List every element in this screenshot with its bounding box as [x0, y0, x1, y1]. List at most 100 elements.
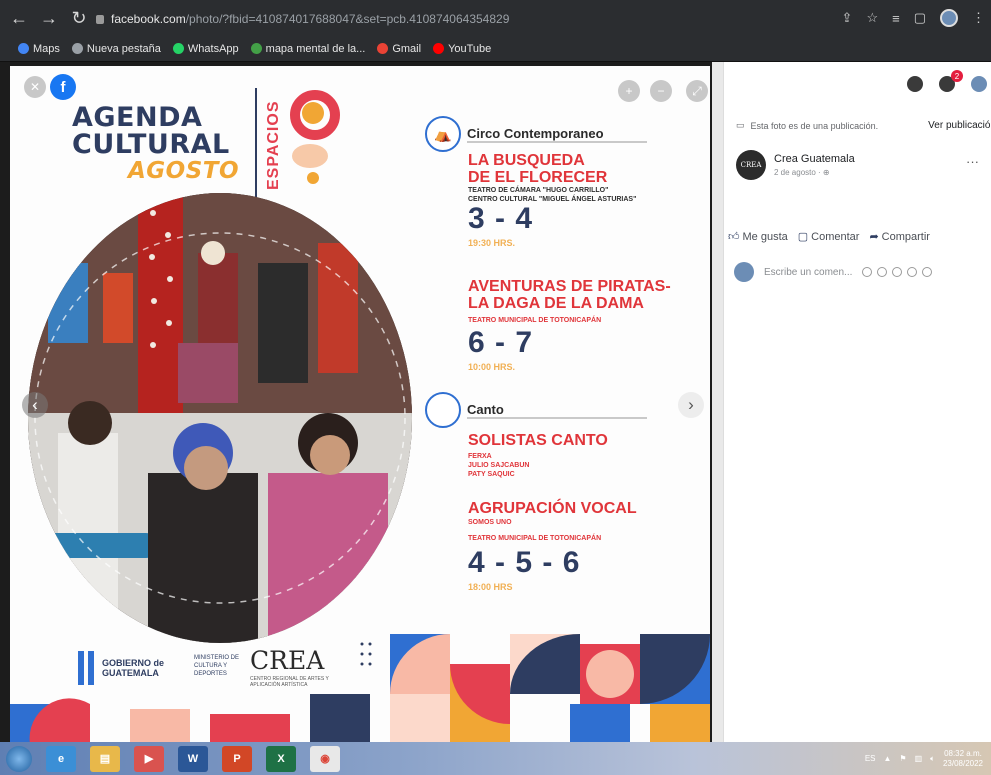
comment-tools: [862, 267, 933, 277]
bookmark-item[interactable]: WhatsApp: [172, 43, 239, 55]
comment-composer: Escribe un comen...: [734, 262, 933, 282]
fullscreen-icon[interactable]: ⤢: [686, 80, 708, 102]
show-title-line: LA DAGA DE LA DAMA: [468, 295, 644, 312]
taskbar: e ▤ ▶ W P X ◉ ES ▲ ⚑ ▥ 🔈︎ 08:32 a.m. 23/…: [0, 742, 991, 775]
title-line-cultural: CULTURAL: [72, 129, 230, 160]
espacios-logo-drop: [292, 144, 328, 168]
bookmark-item[interactable]: Gmail: [377, 43, 421, 55]
performer: PATY SAQUIC: [468, 471, 515, 478]
photo-viewer: AGENDA CULTURAL AGOSTO ESPACIOS ⛺ Circo …: [0, 62, 712, 742]
gif-icon[interactable]: [907, 267, 918, 277]
emoji-icon[interactable]: [862, 267, 873, 277]
clock[interactable]: 08:32 a.m. 23/08/2022: [943, 749, 983, 769]
clock-time: 08:32 a.m.: [944, 748, 982, 758]
zoom-in-icon[interactable]: +: [618, 80, 640, 102]
post-note: ▭ Esta foto es de una publicación. Ver p…: [736, 120, 991, 131]
comment-button[interactable]: ▢ Comentar: [798, 230, 860, 243]
share-label: Compartir: [881, 231, 930, 243]
show-venue: TEATRO MUNICIPAL DE TOTONICAPÁN: [468, 317, 602, 324]
system-tray: ES ▲ ⚑ ▥ 🔈︎ 08:32 a.m. 23/08/2022: [865, 742, 983, 775]
section-circle-icon: [425, 392, 461, 428]
media-player-icon[interactable]: ▶: [134, 745, 164, 772]
show-title-line: DE EL FLORECER: [468, 169, 608, 186]
section-label: Canto: [467, 402, 647, 419]
camera-icon[interactable]: [892, 267, 903, 277]
tray-arrow-icon[interactable]: ▲: [883, 754, 891, 763]
zoom-out-icon[interactable]: −: [650, 80, 672, 102]
show-dates: 6 - 7: [468, 326, 534, 359]
page-avatar[interactable]: CREA: [736, 150, 766, 180]
file-explorer-icon[interactable]: ▤: [90, 745, 120, 772]
espacios-logo-small-dot: [307, 172, 319, 184]
powerpoint-icon[interactable]: P: [222, 745, 252, 772]
bookmark-favicon-icon: [433, 43, 445, 54]
show-venue: TEATRO MUNICIPAL DE TOTONICAPÁN: [468, 535, 602, 542]
bookmark-favicon-icon: [71, 43, 83, 54]
avatar-sticker-icon[interactable]: [922, 267, 933, 277]
venue-line: TEATRO DE CÁMARA "HUGO CARRILLO": [468, 187, 609, 194]
see-post-link[interactable]: Ver publicación: [928, 120, 991, 131]
decorative-pattern: [10, 634, 710, 742]
bookmark-item[interactable]: YouTube: [433, 43, 491, 55]
chrome-icon[interactable]: ◉: [310, 745, 340, 772]
bookmark-item[interactable]: Maps: [18, 43, 60, 55]
bookmark-item[interactable]: Nueva pestaña: [71, 43, 161, 55]
bookmark-item[interactable]: mapa mental de la...: [250, 43, 365, 55]
facebook-logo-icon[interactable]: f: [50, 74, 76, 100]
show-hours: 19:30 HRS.: [468, 238, 516, 248]
bookmark-star-icon[interactable]: ☆: [866, 10, 878, 26]
post-side-panel: 2 ▭ Esta foto es de una publicación. Ver…: [723, 62, 991, 742]
share-button[interactable]: ➦ Compartir: [869, 230, 930, 243]
lock-icon: [96, 14, 104, 24]
excel-icon[interactable]: X: [266, 745, 296, 772]
close-icon[interactable]: ✕: [24, 76, 46, 98]
comment-input[interactable]: Escribe un comen...: [764, 267, 852, 278]
volume-icon[interactable]: 🔈︎: [930, 754, 935, 764]
forward-arrow-icon[interactable]: →: [38, 0, 60, 36]
clock-date: 23/08/2022: [942, 758, 983, 768]
show-dates: 3 - 4: [468, 202, 534, 235]
internet-explorer-icon[interactable]: e: [46, 745, 76, 772]
thumbs-up-icon: 👍︎: [728, 231, 740, 243]
bookmark-favicon-icon: [377, 43, 389, 54]
bookmark-favicon-icon: [250, 43, 262, 54]
post-date[interactable]: 2 de agosto · ⊕: [774, 168, 855, 177]
poster-title: AGENDA CULTURAL AGOSTO: [72, 104, 239, 185]
notifications-icon[interactable]: 2: [939, 70, 963, 92]
title-divider: [255, 88, 257, 198]
account-avatar-icon[interactable]: [971, 76, 987, 92]
back-arrow-icon[interactable]: ←: [8, 0, 30, 36]
language-indicator[interactable]: ES: [865, 754, 876, 763]
browser-icons: ⇪ ☆ ≡ ▢ ⋮: [842, 0, 985, 36]
messenger-icon[interactable]: [907, 76, 923, 92]
performer: FERXA: [468, 453, 492, 460]
sticker-icon[interactable]: [877, 267, 888, 277]
menu-dots-icon[interactable]: ⋮: [972, 10, 985, 26]
flag-icon[interactable]: ⚑: [899, 754, 906, 763]
show-title: SOLISTAS CANTO: [468, 432, 608, 449]
performer: JULIO SAJCABUN: [468, 462, 530, 469]
section-circo: ⛺ Circo Contemporaneo: [425, 116, 647, 152]
profile-avatar-icon[interactable]: [940, 9, 958, 27]
reload-icon[interactable]: ↻: [68, 0, 90, 36]
network-icon[interactable]: ▥: [915, 754, 923, 763]
page-name[interactable]: Crea Guatemala: [774, 153, 855, 165]
address-bar[interactable]: facebook.com/photo/?fbid=410874017688047…: [96, 9, 816, 29]
previous-photo-icon[interactable]: ‹: [22, 392, 48, 418]
next-photo-icon[interactable]: ›: [678, 392, 704, 418]
espacios-logo-text: ESPACIOS: [265, 100, 282, 191]
browser-toolbar: ← → ↻ facebook.com/photo/?fbid=410874017…: [0, 0, 991, 36]
performers-photo-art: [28, 193, 412, 643]
bookmark-label: Gmail: [392, 42, 422, 55]
like-label: Me gusta: [742, 231, 788, 243]
word-icon[interactable]: W: [178, 745, 208, 772]
reading-list-icon[interactable]: ≡: [892, 11, 900, 26]
show-title-line: AVENTURAS DE PIRATAS-: [468, 278, 671, 295]
url-text[interactable]: facebook.com/photo/?fbid=410874017688047…: [111, 12, 509, 26]
window-icon[interactable]: ▢: [914, 10, 926, 26]
like-button[interactable]: 👍︎ Me gusta: [728, 230, 788, 243]
bookmark-favicon-icon: [18, 43, 29, 54]
share-icon[interactable]: ⇪: [842, 10, 853, 26]
more-options-icon[interactable]: ···: [966, 154, 979, 169]
start-button[interactable]: [6, 745, 32, 772]
